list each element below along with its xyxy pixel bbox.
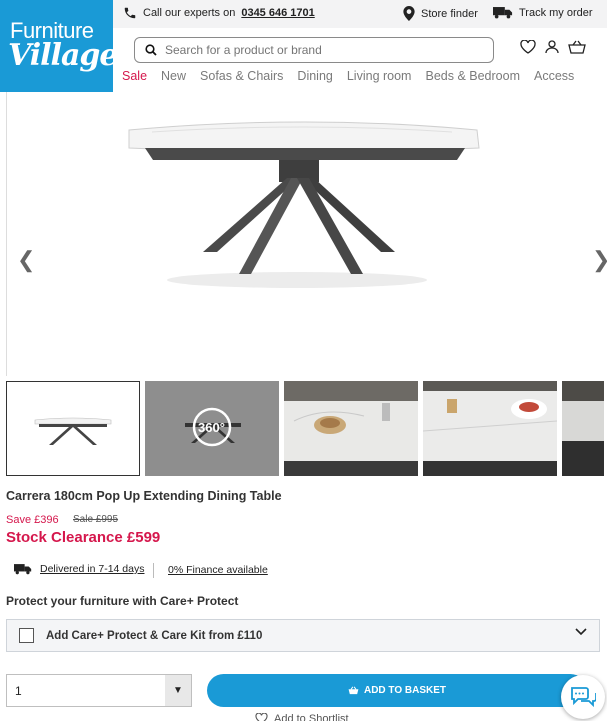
current-price: Stock Clearance £599 [6, 529, 161, 546]
thumbnail-5[interactable] [562, 381, 604, 476]
delivery-truck-icon [493, 7, 513, 19]
save-amount: Save £396 [6, 514, 59, 526]
thumbnail-360[interactable]: 360° [145, 381, 279, 476]
store-finder-link[interactable]: Store finder [403, 6, 478, 21]
heart-icon[interactable] [520, 40, 536, 54]
heart-icon [255, 713, 268, 721]
finance-info: 0% Finance available [168, 564, 268, 576]
careplus-option[interactable]: Add Care+ Protect & Care Kit from £110 [6, 619, 600, 652]
call-experts: Call our experts on 0345 646 1701 [123, 6, 315, 20]
account-icon[interactable] [545, 40, 559, 54]
location-pin-icon [403, 6, 415, 21]
store-finder-label: Store finder [421, 7, 478, 20]
delivery-link[interactable]: Delivered in 7-14 days [40, 563, 144, 575]
360-badge: 360° [198, 420, 225, 435]
basket-icon [348, 686, 359, 695]
next-image-arrow[interactable]: ❯ [592, 247, 607, 273]
add-to-basket-button[interactable]: ADD TO BASKET [207, 674, 587, 707]
track-order-label: Track my order [519, 6, 593, 19]
logo-line2: Village [8, 38, 118, 73]
track-order-link[interactable]: Track my order [493, 6, 593, 19]
product-table-image [128, 121, 480, 288]
thumbnail-3[interactable] [284, 381, 418, 476]
previous-price: Sale £995 [73, 514, 119, 525]
nav-item-dining[interactable]: Dining [297, 69, 332, 83]
thumbnail-dining-image [562, 401, 604, 476]
info-divider [153, 563, 154, 578]
thumbnail-1[interactable] [6, 381, 140, 476]
nav-item-new[interactable]: New [161, 69, 186, 83]
nav-item-living-room[interactable]: Living room [347, 69, 412, 83]
phone-icon [124, 7, 136, 19]
header-icons [520, 40, 586, 54]
chevron-down-icon[interactable] [575, 628, 587, 636]
basket-icon[interactable] [568, 40, 586, 54]
chat-icon [571, 687, 596, 708]
product-main-image[interactable]: ❮ ❯ [6, 92, 607, 376]
delivery-truck-icon [14, 564, 32, 575]
quantity-select[interactable]: 1 ▼ [6, 674, 192, 707]
quantity-value: 1 [15, 683, 22, 698]
phone-link[interactable]: 0345 646 1701 [241, 7, 314, 19]
nav-item-sale[interactable]: Sale [122, 69, 147, 83]
thumbnail-strip: 360° [6, 381, 604, 477]
thumbnail-place-setting-image [284, 401, 418, 476]
chat-button[interactable] [561, 675, 605, 719]
call-text: Call our experts on [143, 7, 236, 19]
shortlist-label: Add to Shortlist [274, 713, 349, 721]
delivery-info: Delivered in 7-14 days [14, 563, 144, 575]
search-input[interactable] [165, 43, 465, 57]
thumbnail-table-image [34, 417, 112, 445]
thumbnail-4[interactable] [423, 381, 557, 476]
nav-item-beds-bedroom[interactable]: Beds & Bedroom [425, 69, 520, 83]
nav-item-sofas-chairs[interactable]: Sofas & Chairs [200, 69, 283, 83]
add-to-shortlist-link[interactable]: Add to Shortlist [255, 713, 349, 721]
thumbnail-table-top-image [423, 391, 557, 476]
search-icon[interactable] [145, 44, 157, 56]
product-title: Carrera 180cm Pop Up Extending Dining Ta… [6, 489, 282, 503]
careplus-checkbox[interactable] [19, 628, 34, 643]
main-nav: Sale New Sofas & Chairs Dining Living ro… [122, 69, 574, 83]
logo[interactable]: Furniture Village [0, 0, 118, 92]
finance-link[interactable]: 0% Finance available [168, 564, 268, 576]
search-bar[interactable] [134, 37, 494, 63]
dropdown-arrow-icon[interactable]: ▼ [165, 675, 191, 706]
protect-heading: Protect your furniture with Care+ Protec… [6, 594, 239, 608]
add-to-basket-label: ADD TO BASKET [363, 685, 447, 696]
prev-image-arrow[interactable]: ❮ [17, 247, 35, 273]
utility-bar: Call our experts on 0345 646 1701 Store … [113, 0, 607, 28]
careplus-label: Add Care+ Protect & Care Kit from £110 [46, 629, 263, 642]
nav-item-accessories[interactable]: Access [534, 69, 574, 83]
